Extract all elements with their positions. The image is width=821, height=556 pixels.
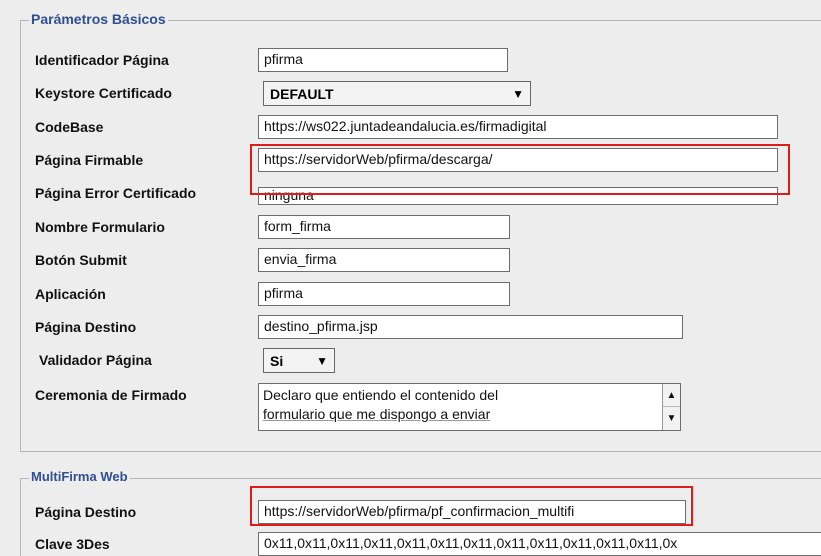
codebase-input[interactable]: https://ws022.juntadeandalucia.es/firmad…: [258, 115, 778, 139]
aplicacion-label: Aplicación: [35, 286, 106, 302]
submit-label: Botón Submit: [35, 252, 127, 268]
clave-3des-input[interactable]: 0x11,0x11,0x11,0x11,0x11,0x11,0x11,0x11,…: [258, 532, 821, 556]
ceremonia-line-2: formulario que me dispongo a enviar: [263, 406, 491, 422]
validador-selected: Si: [270, 352, 284, 369]
basic-params-group: Parámetros Básicos Identificador Página …: [20, 11, 821, 452]
validador-label: Validador Página: [39, 352, 152, 368]
clave-3des-label: Clave 3Des: [35, 536, 110, 552]
destino-label: Página Destino: [35, 319, 137, 335]
keystore-select[interactable]: DEFAULT ▼: [263, 81, 531, 106]
nombre-form-input[interactable]: form_firma: [258, 215, 510, 239]
chevron-down-icon: ▼: [316, 353, 328, 368]
keystore-selected: DEFAULT: [270, 85, 334, 102]
error-cert-label: Página Error Certificado: [35, 185, 197, 201]
destino-input[interactable]: destino_pfirma.jsp: [258, 315, 683, 339]
chevron-down-icon: ▼: [512, 86, 524, 101]
aplicacion-input[interactable]: pfirma: [258, 282, 510, 306]
identificador-input[interactable]: pfirma: [258, 48, 508, 72]
multifirma-group: MultiFirma Web Página Destino https://se…: [20, 469, 821, 556]
multi-destino-label: Página Destino: [35, 504, 137, 520]
error-cert-input[interactable]: ninguna: [258, 187, 778, 205]
firmable-label: Página Firmable: [35, 152, 144, 168]
submit-input[interactable]: envia_firma: [258, 248, 510, 272]
ceremonia-textarea[interactable]: Declaro que entiendo el contenido del fo…: [258, 383, 681, 431]
firmable-input[interactable]: https://servidorWeb/pfirma/descarga/: [258, 148, 778, 172]
codebase-label: CodeBase: [35, 119, 104, 135]
keystore-label: Keystore Certificado: [35, 85, 172, 101]
identificador-label: Identificador Página: [35, 52, 169, 68]
basic-params-legend: Parámetros Básicos: [29, 11, 168, 27]
multifirma-legend: MultiFirma Web: [29, 469, 130, 484]
multi-destino-input[interactable]: https://servidorWeb/pfirma/pf_confirmaci…: [258, 500, 686, 524]
scroll-up-icon[interactable]: ▲: [663, 384, 680, 407]
nombre-form-label: Nombre Formulario: [35, 219, 165, 235]
scroll-down-icon[interactable]: ▼: [663, 407, 680, 430]
scrollbar[interactable]: ▲ ▼: [662, 384, 680, 430]
ceremonia-label: Ceremonia de Firmado: [35, 387, 187, 403]
ceremonia-line-1: Declaro que entiendo el contenido del: [263, 387, 499, 403]
validador-select[interactable]: Si ▼: [263, 348, 335, 373]
